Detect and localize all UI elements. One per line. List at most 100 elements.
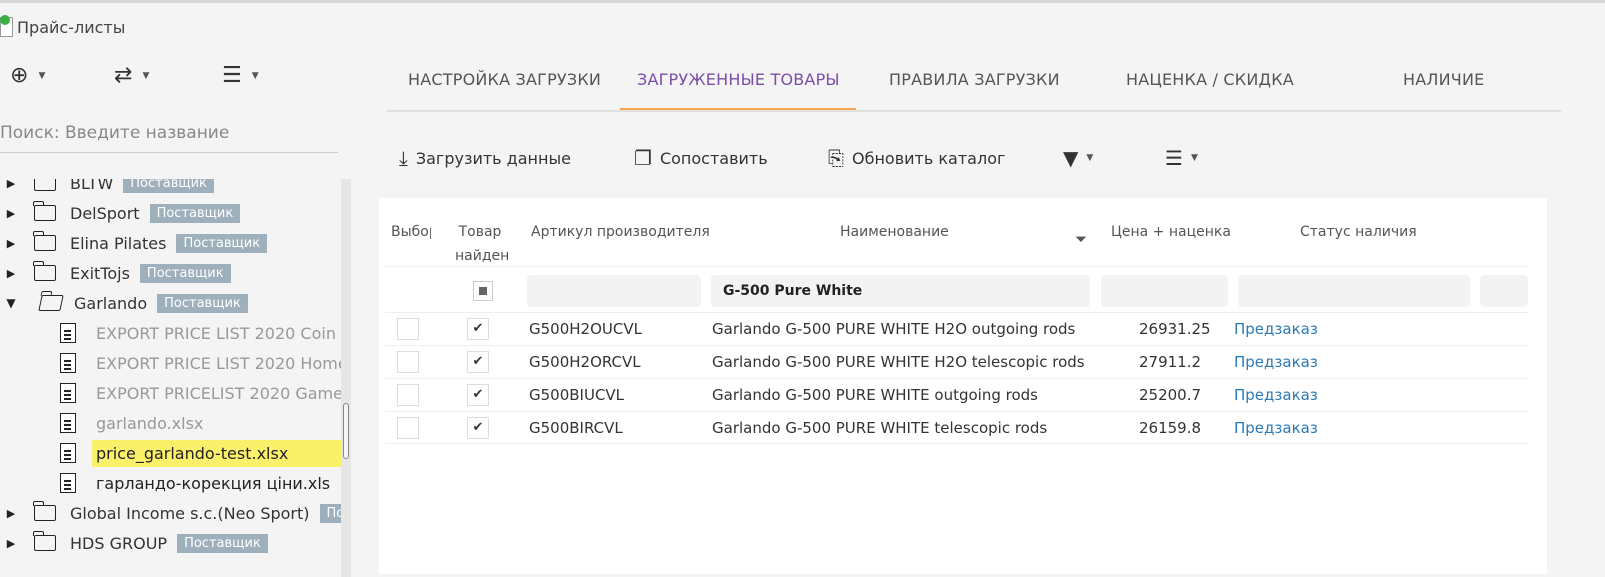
chevron-right-icon[interactable]: ▶	[0, 507, 22, 520]
file-item[interactable]: EXPORT PRICE LIST 2020 Coin Op	[0, 319, 341, 347]
chevron-right-icon[interactable]: ▶	[0, 237, 22, 250]
cell-name: Garlando G-500 PURE WHITE telescopic rod…	[712, 419, 1048, 437]
file-item-selected[interactable]: price_garlando-test.xlsx	[0, 439, 341, 467]
extra-filter-input[interactable]	[1480, 275, 1528, 307]
row-select-checkbox[interactable]	[397, 351, 419, 373]
open-folder-icon	[38, 295, 64, 311]
load-data-label: Загрузить данные	[415, 148, 571, 168]
chevron-down-icon: ▼	[1086, 153, 1094, 163]
file-icon	[60, 383, 76, 403]
file-item[interactable]: EXPORT PRICE LIST 2020 Home L	[0, 349, 341, 377]
folder-icon	[33, 201, 56, 221]
table-row[interactable]: ✔ G500BIUCVL Garlando G-500 PURE WHITE o…	[385, 378, 1528, 411]
match-label: Сопоставить	[659, 148, 768, 168]
tree-item-label: ExitTojs	[70, 263, 130, 283]
pricelist-tree: ▶ BLTW Поставщик ▶ DelSport Поставщик ▶ …	[0, 179, 341, 577]
tree-scrollbar[interactable]	[341, 179, 351, 577]
cell-article: G500H2ORCVL	[529, 353, 641, 371]
file-icon	[60, 443, 76, 463]
tree-item-bltw[interactable]: ▶ BLTW Поставщик	[0, 179, 214, 197]
tree-item-global-income[interactable]: ▶ Global Income s.c.(Neo Sport) Поста	[0, 499, 341, 527]
chevron-right-icon[interactable]: ▶	[0, 207, 22, 220]
toolbar: ⤓ Загрузить данные ❐ Сопоставить ⎘ Обнов…	[387, 140, 1561, 180]
document-copy-icon: ⎘	[828, 146, 844, 170]
tab-markup-discount[interactable]: НАЦЕНКА / СКИДКА	[1126, 70, 1294, 89]
file-item[interactable]: EXPORT PRICELIST 2020 Games a	[0, 379, 341, 407]
file-item[interactable]: garlando.xlsx	[0, 409, 203, 437]
row-select-checkbox[interactable]	[397, 318, 419, 340]
filter-found-checkbox[interactable]	[473, 281, 493, 301]
tab-load-settings[interactable]: НАСТРОЙКА ЗАГРУЗКИ	[408, 70, 601, 89]
row-found-checkbox[interactable]: ✔	[467, 384, 489, 406]
app-icon	[0, 15, 13, 37]
cell-price: 27911.2	[1139, 353, 1202, 371]
file-name: price_garlando-test.xlsx	[92, 439, 341, 467]
tree-item-hds-group[interactable]: ▶ HDS GROUP Поставщик	[0, 529, 268, 557]
scrollbar-thumb[interactable]	[343, 403, 349, 459]
supplier-badge: Поста	[319, 503, 341, 523]
chevron-down-icon[interactable]: ▼	[0, 296, 22, 310]
col-found-line2: найден	[455, 248, 510, 264]
supplier-badge: Поставщик	[139, 263, 231, 283]
chevron-right-icon[interactable]: ▶	[0, 537, 22, 550]
tab-availability[interactable]: НАЛИЧИЕ	[1403, 70, 1484, 89]
col-name[interactable]: Наименование	[840, 220, 949, 244]
search-input[interactable]	[0, 113, 338, 153]
refresh-button[interactable]: ⇄ ▼	[114, 63, 149, 88]
file-name: гарландо-корекция ціни.xls	[96, 473, 331, 493]
match-button[interactable]: ❐ Сопоставить	[634, 146, 768, 170]
load-data-button[interactable]: ⤓ Загрузить данные	[399, 146, 571, 170]
cell-status-link[interactable]: Предзаказ	[1234, 419, 1318, 437]
products-table: Выбор Товар найден Артикул производителя…	[379, 198, 1547, 574]
col-status[interactable]: Статус наличия	[1300, 220, 1417, 244]
chevron-right-icon[interactable]: ▶	[0, 179, 22, 190]
file-item[interactable]: гарландо-корекция ціни.xls	[0, 469, 330, 497]
tree-item-label: Garlando	[74, 293, 148, 313]
name-filter-input[interactable]	[711, 275, 1090, 307]
chevron-down-icon: ▼	[38, 70, 46, 81]
col-price[interactable]: Цена + наценка	[1111, 220, 1231, 244]
price-filter-input[interactable]	[1101, 275, 1228, 307]
add-button[interactable]: ⊕ ▼	[10, 63, 45, 88]
chevron-right-icon[interactable]: ▶	[0, 267, 22, 280]
status-filter-input[interactable]	[1238, 275, 1470, 307]
cell-article: G500BIUCVL	[529, 386, 625, 404]
hamburger-icon: ☰	[222, 63, 242, 88]
table-menu-button[interactable]: ☰ ▼	[1165, 146, 1198, 170]
tab-load-rules[interactable]: ПРАВИЛА ЗАГРУЗКИ	[889, 70, 1060, 89]
menu-button[interactable]: ☰ ▼	[222, 63, 259, 88]
tree-item-label: HDS GROUP	[70, 533, 168, 553]
filter-row	[385, 266, 1528, 312]
cell-status-link[interactable]: Предзаказ	[1234, 386, 1318, 404]
row-found-checkbox[interactable]: ✔	[467, 318, 489, 340]
file-icon	[60, 413, 76, 433]
col-select[interactable]: Выбор	[391, 220, 431, 244]
file-name: EXPORT PRICELIST 2020 Games a	[96, 383, 341, 403]
article-filter-input[interactable]	[527, 275, 701, 307]
tree-item-exittojs[interactable]: ▶ ExitTojs Поставщик	[0, 259, 231, 287]
cell-name: Garlando G-500 PURE WHITE outgoing rods	[712, 386, 1038, 404]
tree-item-garlando[interactable]: ▼ Garlando Поставщик	[0, 289, 248, 317]
table-row[interactable]: ✔ G500H2OUCVL Garlando G-500 PURE WHITE …	[385, 312, 1528, 345]
chevron-down-icon: ▼	[1190, 153, 1198, 163]
col-article[interactable]: Артикул производителя	[531, 220, 710, 244]
app-title: Прайс-листы	[0, 15, 125, 37]
row-select-checkbox[interactable]	[397, 384, 419, 406]
cell-status-link[interactable]: Предзаказ	[1234, 320, 1318, 338]
folder-icon	[33, 501, 56, 521]
cell-status-link[interactable]: Предзаказ	[1234, 353, 1318, 371]
row-found-checkbox[interactable]: ✔	[467, 351, 489, 373]
tree-item-delsport[interactable]: ▶ DelSport Поставщик	[0, 199, 241, 227]
update-catalog-button[interactable]: ⎘ Обновить каталог	[828, 146, 1005, 170]
table-row[interactable]: ✔ G500BIRCVL Garlando G-500 PURE WHITE t…	[385, 411, 1528, 444]
tab-loaded-products[interactable]: ЗАГРУЖЕННЫЕ ТОВАРЫ	[637, 70, 840, 89]
filter-button[interactable]: ▼ ▼	[1063, 146, 1093, 170]
column-filter-icon[interactable]: ⏷	[1075, 227, 1087, 251]
row-found-checkbox[interactable]: ✔	[467, 417, 489, 439]
table-row[interactable]: ✔ G500H2ORCVL Garlando G-500 PURE WHITE …	[385, 345, 1528, 378]
col-found[interactable]: Товар найден	[455, 220, 510, 268]
tree-item-elina-pilates[interactable]: ▶ Elina Pilates Поставщик	[0, 229, 268, 257]
folder-icon	[33, 231, 56, 251]
row-select-checkbox[interactable]	[397, 417, 419, 439]
retweet-icon: ⇄	[114, 63, 133, 88]
